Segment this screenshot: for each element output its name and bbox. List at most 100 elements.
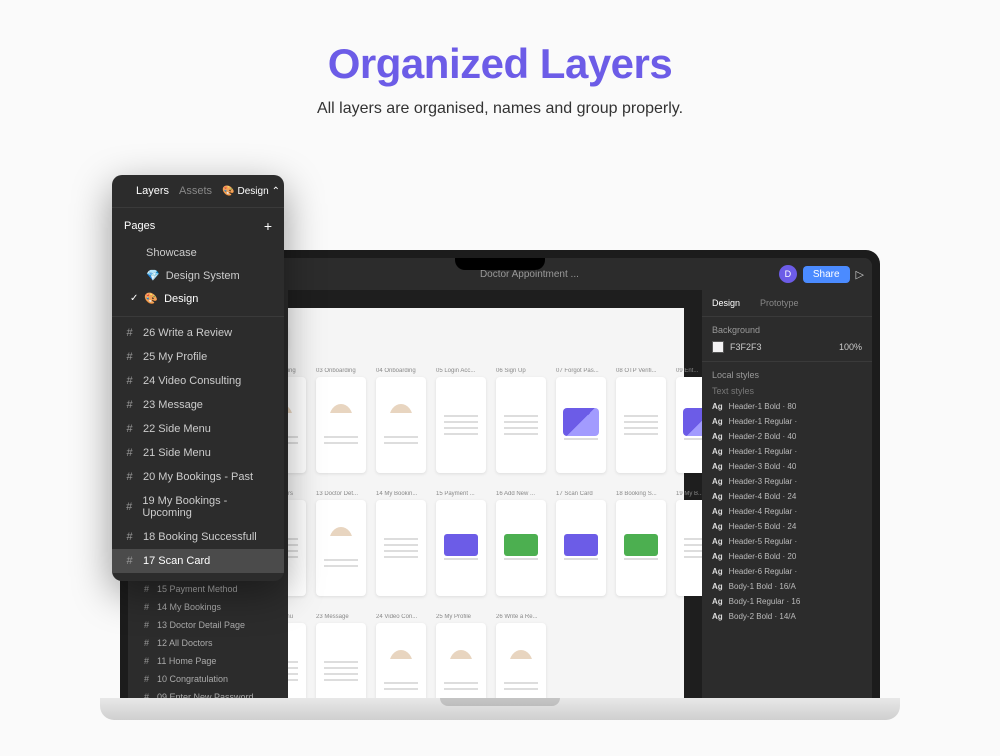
style-glyph-icon: Ag — [712, 507, 723, 516]
chevron-up-icon: ⌃ — [272, 186, 280, 197]
page-crumb[interactable]: 🎨 Design ⌃ — [222, 186, 280, 197]
tab-layers[interactable]: Layers — [136, 185, 169, 197]
background-swatch[interactable] — [712, 341, 724, 353]
page-subtitle: All layers are organised, names and grou… — [20, 100, 980, 118]
text-style-item[interactable]: AgHeader-1 Regular · — [712, 447, 862, 456]
page-item[interactable]: Showcase — [124, 242, 272, 264]
layer-name: 10 Congratulation — [157, 674, 228, 684]
layer-row[interactable]: #15 Payment Method — [128, 580, 288, 598]
layer-row[interactable]: #12 All Doctors — [128, 634, 288, 652]
artboard-frame — [316, 377, 366, 473]
artboard[interactable]: 23 Message — [316, 614, 366, 698]
text-style-item[interactable]: AgHeader-1 Bold · 80 — [712, 402, 862, 411]
layer-name: 17 Scan Card — [143, 555, 210, 567]
style-name: Header-6 Bold · 20 — [729, 552, 797, 561]
layer-row[interactable]: #19 My Bookings - Upcoming — [112, 489, 284, 525]
background-opacity[interactable]: 100% — [839, 342, 862, 352]
page-icon: 💎 — [146, 269, 160, 282]
layer-row[interactable]: #22 Side Menu — [112, 417, 284, 441]
tab-assets[interactable]: Assets — [179, 185, 212, 197]
text-style-item[interactable]: AgHeader-5 Regular · — [712, 537, 862, 546]
frame-icon: # — [124, 448, 135, 459]
artboard[interactable]: 03 Onboarding — [316, 368, 366, 473]
present-icon[interactable]: ▷ — [856, 268, 864, 281]
artboard[interactable]: 09 Ent... — [676, 368, 702, 473]
text-style-item[interactable]: AgHeader-2 Bold · 40 — [712, 432, 862, 441]
background-hex[interactable]: F3F2F3 — [730, 342, 762, 352]
layer-name: 26 Write a Review — [143, 327, 232, 339]
text-style-item[interactable]: AgBody-1 Regular · 16 — [712, 597, 862, 606]
layer-row[interactable]: #09 Enter New Password — [128, 688, 288, 698]
artboard[interactable]: 06 Sign Up — [496, 368, 546, 473]
layer-row[interactable]: #14 My Bookings — [128, 598, 288, 616]
page-name: Showcase — [146, 247, 197, 259]
artboard-label: 18 Booking S... — [616, 491, 666, 497]
artboard-frame — [496, 500, 546, 596]
artboard-label: 14 My Bookin... — [376, 491, 426, 497]
style-glyph-icon: Ag — [712, 567, 723, 576]
text-style-item[interactable]: AgHeader-3 Bold · 40 — [712, 462, 862, 471]
artboard[interactable]: 16 Add New ... — [496, 491, 546, 596]
artboard[interactable]: 04 Onboarding — [376, 368, 426, 473]
artboard-frame — [616, 500, 666, 596]
layer-row[interactable]: #18 Booking Successfull — [112, 525, 284, 549]
layer-row[interactable]: #21 Side Menu — [112, 441, 284, 465]
layer-row[interactable]: #11 Home Page — [128, 652, 288, 670]
artboard[interactable]: 19 My B... — [676, 491, 702, 596]
artboard[interactable]: 17 Scan Card — [556, 491, 606, 596]
style-glyph-icon: Ag — [712, 462, 723, 471]
artboard[interactable]: 08 OTP Verifi... — [616, 368, 666, 473]
artboard[interactable]: 26 Write a Re... — [496, 614, 546, 698]
text-style-item[interactable]: AgHeader-4 Regular · — [712, 507, 862, 516]
artboard[interactable]: 14 My Bookin... — [376, 491, 426, 596]
style-glyph-icon: Ag — [712, 447, 723, 456]
tab-design[interactable]: Design — [702, 290, 750, 316]
layer-name: 12 All Doctors — [157, 638, 213, 648]
frame-icon: # — [124, 556, 135, 567]
artboard[interactable]: 25 My Profile — [436, 614, 486, 698]
layer-name: 25 My Profile — [143, 351, 207, 363]
artboard-label: 24 Video Con... — [376, 614, 426, 620]
text-style-item[interactable]: AgBody-1 Bold · 16/A — [712, 582, 862, 591]
layer-row[interactable]: #13 Doctor Detail Page — [128, 616, 288, 634]
artboard[interactable]: 24 Video Con... — [376, 614, 426, 698]
artboard-label: 06 Sign Up — [496, 368, 546, 374]
document-title[interactable]: Doctor Appointment ... — [280, 269, 779, 280]
style-name: Header-3 Regular · — [729, 477, 797, 486]
style-glyph-icon: Ag — [712, 597, 723, 606]
share-button[interactable]: Share — [803, 266, 850, 283]
text-style-item[interactable]: AgHeader-1 Regular · — [712, 417, 862, 426]
layer-row[interactable]: #20 My Bookings - Past — [112, 465, 284, 489]
style-glyph-icon: Ag — [712, 402, 723, 411]
layer-row[interactable]: #24 Video Consulting — [112, 369, 284, 393]
artboard[interactable]: 07 Forgot Pas... — [556, 368, 606, 473]
artboard[interactable]: 15 Payment ... — [436, 491, 486, 596]
tab-prototype[interactable]: Prototype — [750, 290, 809, 316]
artboard[interactable]: 18 Booking S... — [616, 491, 666, 596]
frame-icon: # — [142, 639, 151, 648]
text-style-item[interactable]: AgHeader-3 Regular · — [712, 477, 862, 486]
user-avatar[interactable]: D — [779, 265, 797, 283]
artboard-frame — [316, 623, 366, 698]
style-glyph-icon: Ag — [712, 582, 723, 591]
add-page-button[interactable]: + — [264, 218, 272, 234]
text-style-item[interactable]: AgHeader-5 Bold · 24 — [712, 522, 862, 531]
page-item[interactable]: ✓🎨Design — [124, 287, 272, 310]
artboard-frame — [676, 377, 702, 473]
text-style-item[interactable]: AgHeader-6 Regular · — [712, 567, 862, 576]
text-style-item[interactable]: AgBody-2 Bold · 14/A — [712, 612, 862, 621]
layer-row[interactable]: #17 Scan Card — [112, 549, 284, 573]
layer-row[interactable]: #10 Congratulation — [128, 670, 288, 688]
artboard[interactable]: 05 Login Acc... — [436, 368, 486, 473]
layer-row[interactable]: #26 Write a Review — [112, 321, 284, 345]
layer-name: 22 Side Menu — [143, 423, 211, 435]
check-icon: ✓ — [130, 293, 138, 304]
text-style-item[interactable]: AgHeader-4 Bold · 24 — [712, 492, 862, 501]
artboard[interactable]: 13 Doctor Det... — [316, 491, 366, 596]
page-item[interactable]: 💎Design System — [124, 264, 272, 287]
layer-row[interactable]: #25 My Profile — [112, 345, 284, 369]
layer-row[interactable]: #23 Message — [112, 393, 284, 417]
text-style-item[interactable]: AgHeader-6 Bold · 20 — [712, 552, 862, 561]
artboard-label: 03 Onboarding — [316, 368, 366, 374]
text-styles-label: Text styles — [712, 386, 862, 396]
